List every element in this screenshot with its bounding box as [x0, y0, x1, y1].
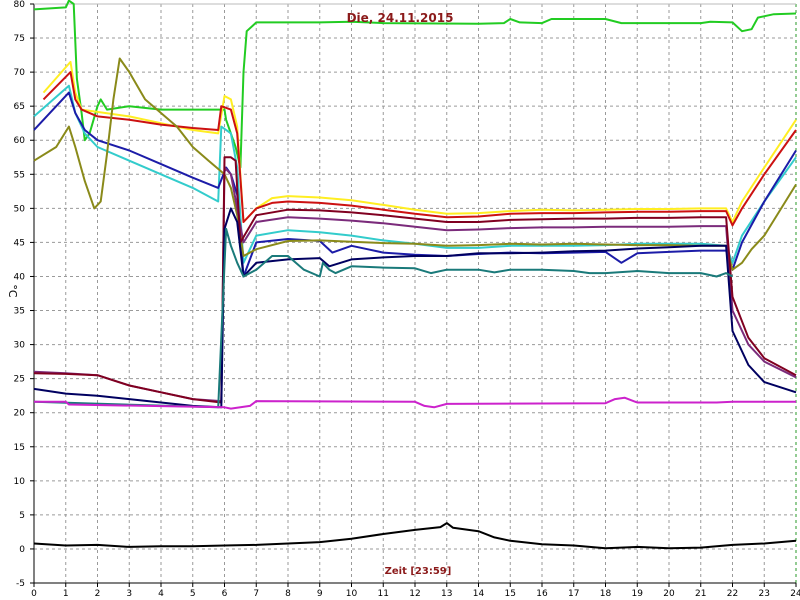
y-axis-label: °C [6, 284, 19, 298]
x-tick-label: 6 [222, 589, 228, 599]
x-tick-label: 18 [600, 589, 612, 599]
x-tick-label: 23 [759, 589, 770, 599]
chart-title: Die, 24.11.2015 [347, 11, 454, 25]
y-tick-label: 80 [14, 0, 26, 10]
y-tick-label: 5 [19, 511, 25, 521]
x-tick-label: 16 [536, 589, 548, 599]
x-tick-label: 5 [190, 589, 196, 599]
x-tick-label: 10 [346, 589, 358, 599]
x-tick-label: 1 [63, 589, 69, 599]
x-tick-label: 9 [317, 589, 323, 599]
y-tick-label: 75 [14, 34, 25, 44]
series-line-3 [42, 71, 797, 227]
x-tick-label: 7 [253, 589, 259, 599]
y-tick-label: 20 [14, 409, 26, 419]
y-tick-label: 10 [14, 477, 26, 487]
x-tick-label: 3 [126, 589, 132, 599]
y-tick-label: 55 [14, 170, 25, 180]
x-tick-label: 4 [158, 589, 164, 599]
axes [30, 3, 797, 587]
y-tick-label: 50 [14, 204, 26, 214]
x-tick-label: 17 [568, 589, 579, 599]
x-tick-label: 0 [31, 589, 37, 599]
x-tick-label: 21 [695, 589, 706, 599]
x-tick-label: 12 [409, 589, 420, 599]
y-tick-label: 30 [14, 341, 26, 351]
x-tick-label: 22 [727, 589, 738, 599]
x-tick-label: 8 [285, 589, 291, 599]
series-line-2 [42, 60, 797, 223]
x-tick-label: 19 [632, 589, 644, 599]
tick-labels: 0 1 2 3 4 5 6 7 8 9 10 11 12 13 14 15 16 17 18 19 20 21 22 23 24… [14, 0, 800, 599]
y-tick-label: 25 [14, 375, 25, 385]
x-tick-label: 2 [95, 589, 101, 599]
y-tick-label: -5 [16, 579, 25, 589]
y-tick-label: 35 [14, 307, 25, 317]
x-tick-label: 20 [663, 589, 675, 599]
x-axis-label: Zeit [23:59] [385, 566, 452, 577]
grid [34, 3, 797, 584]
x-tick-label: 15 [505, 589, 516, 599]
x-tick-label: 24 [790, 589, 800, 599]
x-tick-label: 13 [441, 589, 452, 599]
y-tick-label: 65 [14, 102, 25, 112]
y-tick-label: 70 [14, 68, 26, 78]
x-tick-label: 14 [473, 589, 485, 599]
y-tick-label: 45 [14, 238, 25, 248]
temperature-chart: 0 1 2 3 4 5 6 7 8 9 10 11 12 13 14 15 16 17 18 19 20 21 22 23 24… [6, 0, 800, 599]
x-tick-label: 11 [378, 589, 389, 599]
y-tick-label: 0 [19, 545, 25, 555]
y-tick-label: 40 [14, 272, 26, 282]
y-tick-label: 15 [14, 443, 25, 453]
y-tick-label: 60 [14, 136, 26, 146]
